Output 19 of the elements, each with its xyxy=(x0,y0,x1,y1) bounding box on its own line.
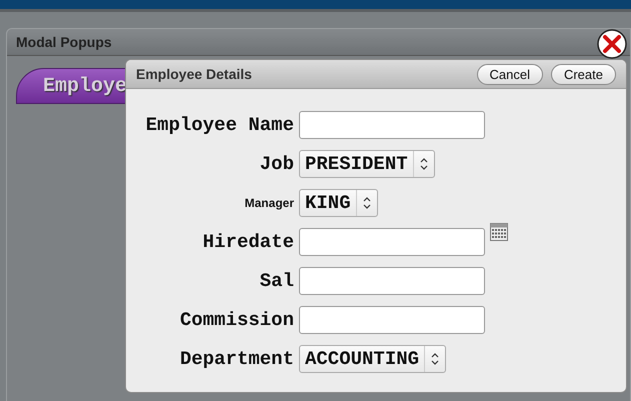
date-field[interactable] xyxy=(299,228,485,256)
field-label: Department xyxy=(180,348,294,370)
input-field[interactable] xyxy=(299,306,485,334)
cancel-button[interactable]: Cancel xyxy=(476,64,543,84)
field-label: Employee Name xyxy=(146,114,294,136)
dropdown[interactable]: PRESIDENT xyxy=(299,150,435,178)
field-label: Job xyxy=(260,153,294,175)
create-button[interactable]: Create xyxy=(550,64,616,84)
dropdown[interactable]: KING xyxy=(299,189,378,217)
field-label: Manager xyxy=(244,196,294,210)
dropdown[interactable]: ACCOUNTING xyxy=(299,345,446,373)
field-label: Hiredate xyxy=(202,231,294,253)
panel-title: Modal Popups xyxy=(16,34,112,50)
field-label: Commission xyxy=(180,309,294,331)
input-field[interactable] xyxy=(299,111,485,139)
field-label: Sal xyxy=(260,270,294,292)
calendar-icon[interactable] xyxy=(490,223,508,241)
input-field[interactable] xyxy=(299,267,485,295)
close-icon[interactable] xyxy=(597,29,627,59)
